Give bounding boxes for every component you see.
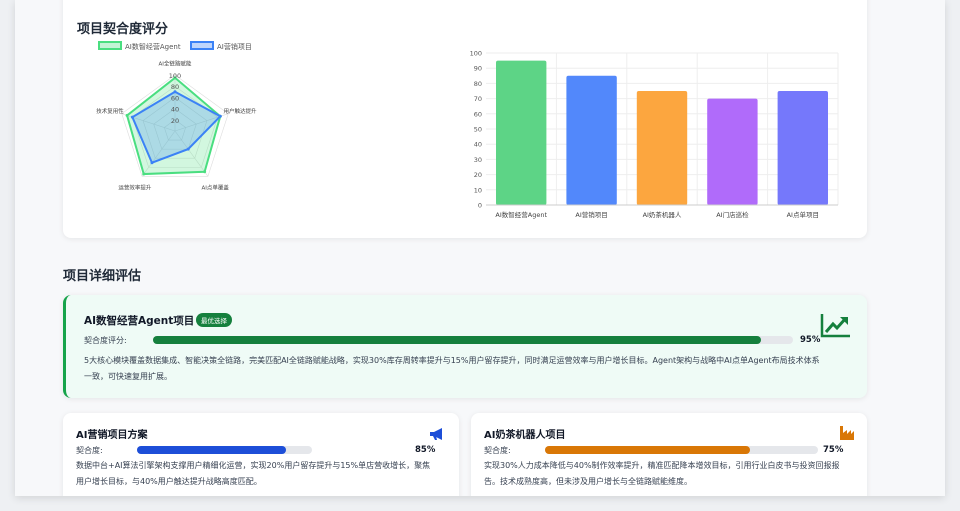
radar-tick: 20 — [171, 117, 179, 125]
bar — [707, 98, 758, 205]
legend-label: AI营销项目 — [217, 42, 252, 51]
score-percent: 85% — [415, 445, 436, 455]
score-label: 契合度: — [76, 446, 103, 455]
y-tick-label: 0 — [478, 202, 482, 210]
y-tick-label: 100 — [470, 50, 482, 58]
radar-point — [130, 115, 134, 119]
card-title: AI奶茶机器人项目 — [484, 430, 566, 441]
radar-point — [218, 114, 222, 118]
bar-chart: 0 10 20 30 40 50 60 70 80 90 100 AI数智经营Agent AI营销项目 A… — [470, 50, 839, 219]
section-title-detail: 项目详细评估 — [63, 269, 142, 284]
bar — [777, 91, 828, 205]
score-bar-fill — [137, 446, 286, 454]
featured-project-card[interactable]: AI数智经营Agent项目 最优选择 契合度评分: 95% 5大核心模块覆盖数据… — [63, 295, 867, 398]
y-tick-label: 20 — [474, 171, 482, 179]
factory-icon — [840, 426, 854, 440]
radar-point — [186, 147, 190, 151]
project-card-marketing[interactable]: AI营销项目方案 契合度: 85% 数据中台+AI算法引擎架构支撑用户精细化运营… — [63, 413, 459, 496]
radar-point — [203, 170, 207, 174]
score-label: 契合度评分: — [84, 336, 127, 345]
x-tick-label: AI奶茶机器人 — [643, 210, 682, 219]
y-tick-label: 40 — [474, 141, 482, 149]
x-tick-label: AI营销项目 — [575, 210, 607, 219]
radar-point — [150, 161, 154, 165]
project-card-robot[interactable]: AI奶茶机器人项目 契合度: 75% 实现30%人力成本降低与40%制作效率提升… — [471, 413, 867, 496]
featured-description: 5大核心模块覆盖数据集成、智能决策全链路，完美匹配AI全链路赋能战略，实现30%… — [84, 356, 820, 381]
y-tick-label: 80 — [474, 80, 482, 88]
card-description: 实现30%人力成本降低与40%制作效率提升，精准匹配降本增效目标，引用行业白皮书… — [484, 461, 840, 486]
score-bar-fill — [545, 446, 750, 454]
score-percent: 95% — [800, 335, 821, 345]
featured-title: AI数智经营Agent项目 — [84, 315, 195, 327]
legend-swatch — [98, 41, 122, 50]
bar — [566, 75, 617, 205]
score-bar — [545, 446, 818, 454]
best-choice-badge: 最优选择 — [196, 313, 232, 327]
score-card: 项目契合度评分 AI数智经营Agent AI营销项目 AI全链路赋能 用户触达提升 AI… — [63, 0, 867, 238]
card-description: 数据中台+AI算法引擎架构支撑用户精细化运营，实现20%用户留存提升与15%单店… — [76, 461, 431, 486]
radar-chart: AI数智经营Agent AI营销项目 AI全链路赋能用户触达提升 AI点单覆盖 运营效率… — [96, 41, 257, 191]
y-tick-label: 60 — [474, 110, 482, 118]
radar-axis-label: 技术复用性 — [96, 107, 124, 115]
trending-up-icon — [820, 314, 850, 338]
radar-tick: 60 — [171, 94, 179, 102]
radar-axis-label: 用户触达提升 — [223, 107, 257, 115]
radar-axis-label: AI全链路赋能 — [159, 60, 192, 68]
bar — [636, 91, 688, 205]
x-tick-label: AI点单项目 — [787, 210, 819, 219]
radar-tick: 100 — [169, 72, 181, 80]
y-tick-label: 50 — [474, 126, 482, 134]
legend-swatch — [190, 41, 214, 50]
y-tick-label: 30 — [474, 156, 482, 164]
score-bar-fill — [153, 336, 761, 344]
radar-axis-label: AI点单覆盖 — [201, 183, 229, 191]
radar-tick: 80 — [171, 83, 179, 91]
score-bar — [153, 336, 793, 344]
score-percent: 75% — [823, 445, 844, 455]
radar-tick: 40 — [171, 106, 179, 114]
x-tick-label: AI数智经营Agent — [495, 210, 547, 219]
score-bar — [137, 446, 312, 454]
y-tick-label: 90 — [474, 65, 482, 73]
megaphone-icon — [430, 428, 442, 440]
page: 项目契合度评分 AI数智经营Agent AI营销项目 AI全链路赋能 用户触达提升 AI… — [15, 0, 945, 496]
score-label: 契合度: — [484, 446, 511, 455]
section-title-score: 项目契合度评分 — [77, 22, 169, 37]
x-tick-label: AI门店巡检 — [716, 210, 749, 219]
card-title: AI营销项目方案 — [76, 430, 148, 441]
y-tick-label: 10 — [474, 186, 482, 194]
legend-label: AI数智经营Agent — [125, 42, 181, 51]
radar-point — [125, 113, 129, 117]
y-tick-label: 70 — [474, 95, 482, 103]
bar — [496, 60, 547, 205]
radar-point — [142, 172, 146, 176]
radar-axis-label: 运营效率提升 — [118, 183, 152, 191]
